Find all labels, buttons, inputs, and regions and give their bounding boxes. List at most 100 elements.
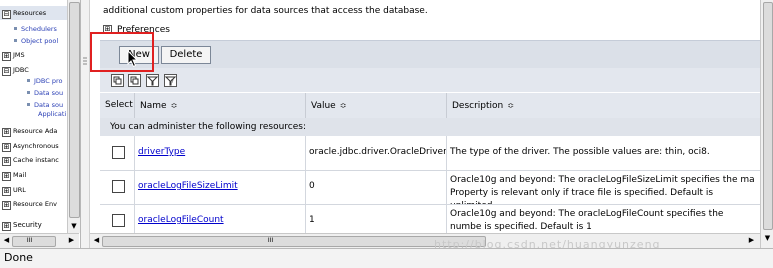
select-cell [100,170,135,204]
nav-item-label: Object pool [21,37,59,45]
nav-item-asynchronous[interactable]: ⊞ Asynchronous [2,140,59,152]
select-all-icon[interactable] [111,74,124,87]
property-link[interactable]: oracleLogFileCount [138,215,224,225]
column-header-label: Select [105,100,133,110]
scroll-left-icon[interactable]: ◀ [1,235,12,246]
nav-item-data-sources-v4[interactable]: Data sou [27,101,63,110]
expand-icon[interactable]: ⊞ [2,143,11,152]
show-filter-icon[interactable] [146,74,159,87]
collapse-icon[interactable]: ⊟ [2,10,11,19]
expand-icon[interactable]: ⊞ [2,187,11,196]
pane-splitter[interactable] [81,0,90,248]
column-header-value[interactable]: Value ≎ [306,93,447,118]
collapse-icon[interactable]: ⊟ [2,67,11,76]
scrollbar-thumb[interactable] [102,236,486,247]
description-cell: The type of the driver. The possible val… [450,147,710,157]
main-vertical-scrollbar[interactable]: ▼ [760,0,773,248]
column-header-description[interactable]: Description ≎ [447,93,760,118]
admin-message-row: You can administer the following resourc… [100,118,760,136]
nav-item-label: Security [13,221,42,229]
deselect-all-icon[interactable] [128,74,141,87]
expand-icon[interactable]: ⊞ [2,222,11,231]
description-cell: Oracle10g and beyond: The oracleLogFileC… [450,209,724,232]
scroll-down-icon[interactable]: ▼ [762,233,773,244]
nav-item-resource-adapters[interactable]: ⊞ Resource Ada [2,125,57,137]
expand-icon[interactable]: ⊞ [2,52,11,61]
nav-item-schedulers[interactable]: Schedulers [14,25,57,34]
value-cell: 1 [306,204,447,233]
expand-icon[interactable]: ⊞ [2,172,11,181]
scroll-right-icon[interactable]: ▶ [66,235,77,246]
delete-button[interactable]: Delete [161,46,211,64]
scroll-right-icon[interactable]: ▶ [746,235,757,246]
scrollbar-grip-icon: III [26,237,33,244]
property-link[interactable]: oracleLogFileSizeLimit [138,181,238,191]
column-header-label: Value [311,101,336,111]
nav-item-data-sources[interactable]: Data sou [27,89,63,98]
nav-item-label: Resources [13,9,47,17]
nav-item-label: Asynchronous [13,142,59,150]
expand-icon[interactable]: ⊞ [103,25,112,34]
svg-text:?: ? [171,79,174,85]
table-icon-toolbar: ? [100,68,760,92]
scrollbar-grip-icon: III [267,237,274,244]
nav-item-label: Resource Env [13,200,57,208]
expand-icon[interactable]: ⊞ [2,201,11,210]
nav-item-label: Data sou [34,89,64,97]
scroll-left-icon[interactable]: ◀ [91,235,102,246]
nav-item-resource-env[interactable]: ⊞ Resource Env [2,198,57,210]
bullet-icon [27,79,30,82]
preferences-section[interactable]: ⊞ Preferences [103,25,170,35]
value-cell: 0 [306,170,447,204]
row-checkbox[interactable] [112,146,125,159]
main-content: additional custom properties for data so… [90,0,760,233]
navigation-tree-content: ⊟ Resources Schedulers Object pool ⊞ JMS ⊟… [0,0,67,233]
clear-filter-icon[interactable]: ? [164,74,177,87]
nav-vertical-scrollbar[interactable]: ▼ [67,0,80,233]
column-header-label: Name [140,101,167,111]
status-text: Done [4,251,33,264]
nav-item-object-pool[interactable]: Object pool [14,37,58,46]
column-header-label: Description [452,101,504,111]
scrollbar-thumb[interactable] [69,2,80,218]
nav-item-label: JDBC pro [34,77,63,85]
row-checkbox[interactable] [112,180,125,193]
table-row: driverType oracle.jdbc.driver.OracleDriv… [100,136,760,171]
sort-icon[interactable]: ≎ [171,101,178,110]
sort-icon[interactable]: ≎ [340,101,347,110]
nav-horizontal-scrollbar[interactable]: ◀ III ▶ [0,233,79,248]
nav-item-jms[interactable]: ⊞ JMS [2,49,25,61]
nav-item-label: Data sou [34,101,64,109]
description-cell: Oracle10g and beyond: The oracleLogFileS… [450,175,755,204]
intro-text: additional custom properties for data so… [103,6,428,16]
new-button[interactable]: New [119,46,159,64]
nav-item-resources[interactable]: ⊟ Resources [2,7,46,19]
scrollbar-thumb[interactable] [763,2,773,230]
nav-item-security[interactable]: ⊞ Security [2,219,42,231]
name-cell: driverType [135,136,306,170]
expand-icon[interactable]: ⊞ [2,157,11,166]
expand-icon[interactable]: ⊞ [2,128,11,137]
nav-item-jdbc-providers[interactable]: JDBC pro [27,77,63,86]
nav-item-label: Schedulers [21,25,57,33]
nav-item-label: Resource Ada [13,127,58,135]
bullet-icon [27,103,30,106]
nav-item-cache-instances[interactable]: ⊞ Cache instanc [2,154,59,166]
select-cell [100,204,135,233]
button-toolbar: New Delete [100,40,760,68]
nav-item-application[interactable]: Applicati [38,110,66,119]
property-link[interactable]: driverType [138,147,185,157]
column-header-name[interactable]: Name ≎ [135,93,306,118]
nav-item-jdbc[interactable]: ⊟ JDBC [2,64,29,76]
nav-item-url[interactable]: ⊞ URL [2,184,26,196]
scroll-down-icon[interactable]: ▼ [69,220,79,232]
select-cell [100,136,135,170]
table-row: oracleLogFileCount 1 Oracle10g and beyon… [100,204,760,233]
nav-item-mail[interactable]: ⊞ Mail [2,169,26,181]
row-checkbox[interactable] [112,214,125,227]
bullet-icon [27,91,30,94]
navigation-tree: ⊟ Resources Schedulers Object pool ⊞ JMS ⊟… [0,0,81,248]
bullet-icon [14,27,17,30]
status-bar: Done [0,248,773,268]
sort-icon[interactable]: ≎ [507,101,514,110]
